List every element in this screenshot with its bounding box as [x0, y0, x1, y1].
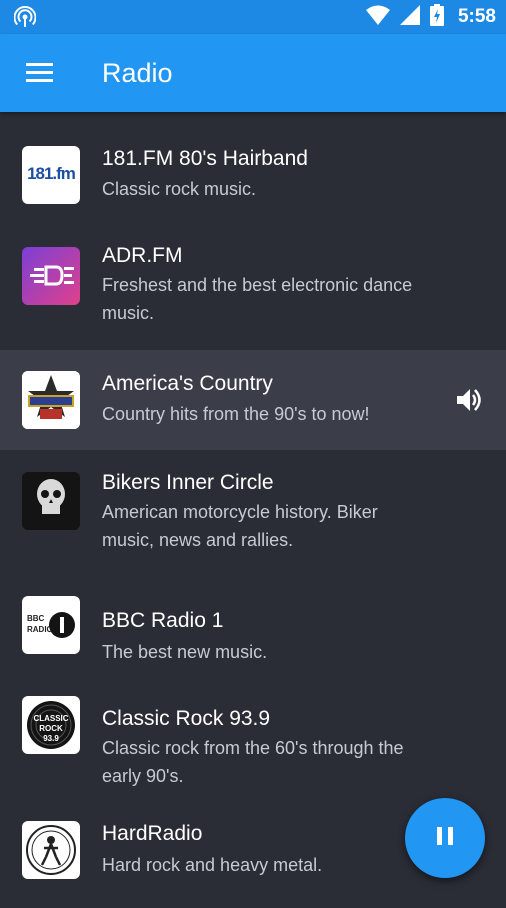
station-item-adr-fm[interactable]: ADR.FM Freshest and the best electronic … — [0, 237, 506, 350]
status-time: 5:58 — [457, 6, 496, 27]
station-logo: 181.fm — [22, 146, 80, 204]
adr-logo-icon — [30, 265, 74, 286]
speaker-icon — [454, 385, 484, 415]
signal-icon — [399, 4, 420, 30]
station-description: Classic rock music. — [102, 179, 257, 199]
station-name: 181.FM 80's Hairband — [102, 147, 308, 170]
station-description: Classic rock from the 60's through the e… — [102, 738, 404, 786]
station-name: America's Country — [102, 372, 273, 395]
station-description: Hard rock and heavy metal. — [102, 855, 323, 875]
battery-icon — [429, 3, 444, 31]
station-logo: CLASSIC ROCK 93.9 — [22, 696, 80, 754]
hotspot-icon — [13, 5, 37, 33]
menu-icon[interactable] — [26, 62, 54, 84]
station-item-bikers-inner-circle[interactable]: BIC Bikers Inner Circle American motorcy… — [0, 450, 506, 579]
station-item-americas-country[interactable]: America's Country Country hits from the … — [0, 350, 506, 450]
status-bar: 5:58 — [0, 0, 506, 34]
station-name: Classic Rock 93.9 — [102, 707, 271, 730]
station-description: Country hits from the 90's to now! — [102, 404, 370, 424]
station-description: American motorcycle history. Biker music… — [102, 502, 378, 550]
station-logo — [22, 247, 80, 305]
station-name: BBC Radio 1 — [102, 609, 224, 632]
station-logo — [22, 371, 80, 429]
pause-button[interactable] — [405, 798, 485, 878]
station-logo-text: 181.fm — [27, 164, 76, 183]
station-name: ADR.FM — [102, 244, 183, 267]
app-bar: Radio — [0, 34, 506, 112]
page-title: Radio — [102, 58, 173, 88]
station-item-181fm[interactable]: 181.fm 181.FM 80's Hairband Classic rock… — [0, 113, 506, 237]
pause-icon — [434, 825, 456, 852]
station-description: Freshest and the best electronic dance m… — [102, 275, 413, 323]
station-item-bbc-radio-1[interactable]: BBC RADIO BBC Radio 1 The best new music… — [0, 579, 506, 679]
station-logo: BIC — [22, 472, 80, 530]
americas-country-logo-icon — [22, 371, 80, 429]
radio-1-logo-icon — [49, 612, 75, 638]
station-item-classic-rock-93-9[interactable]: CLASSIC ROCK 93.9 Classic Rock 93.9 Clas… — [0, 679, 506, 808]
station-logo-text: CLASSIC ROCK 93.9 — [33, 714, 69, 743]
hardradio-logo-icon — [26, 825, 76, 875]
station-logo: BBC RADIO — [22, 596, 80, 654]
station-name: HardRadio — [102, 822, 203, 845]
station-description: The best new music. — [102, 642, 268, 662]
station-logo — [22, 821, 80, 879]
wifi-icon — [365, 5, 390, 30]
station-name: Bikers Inner Circle — [102, 471, 274, 494]
station-logo-text: BIC — [43, 514, 59, 524]
